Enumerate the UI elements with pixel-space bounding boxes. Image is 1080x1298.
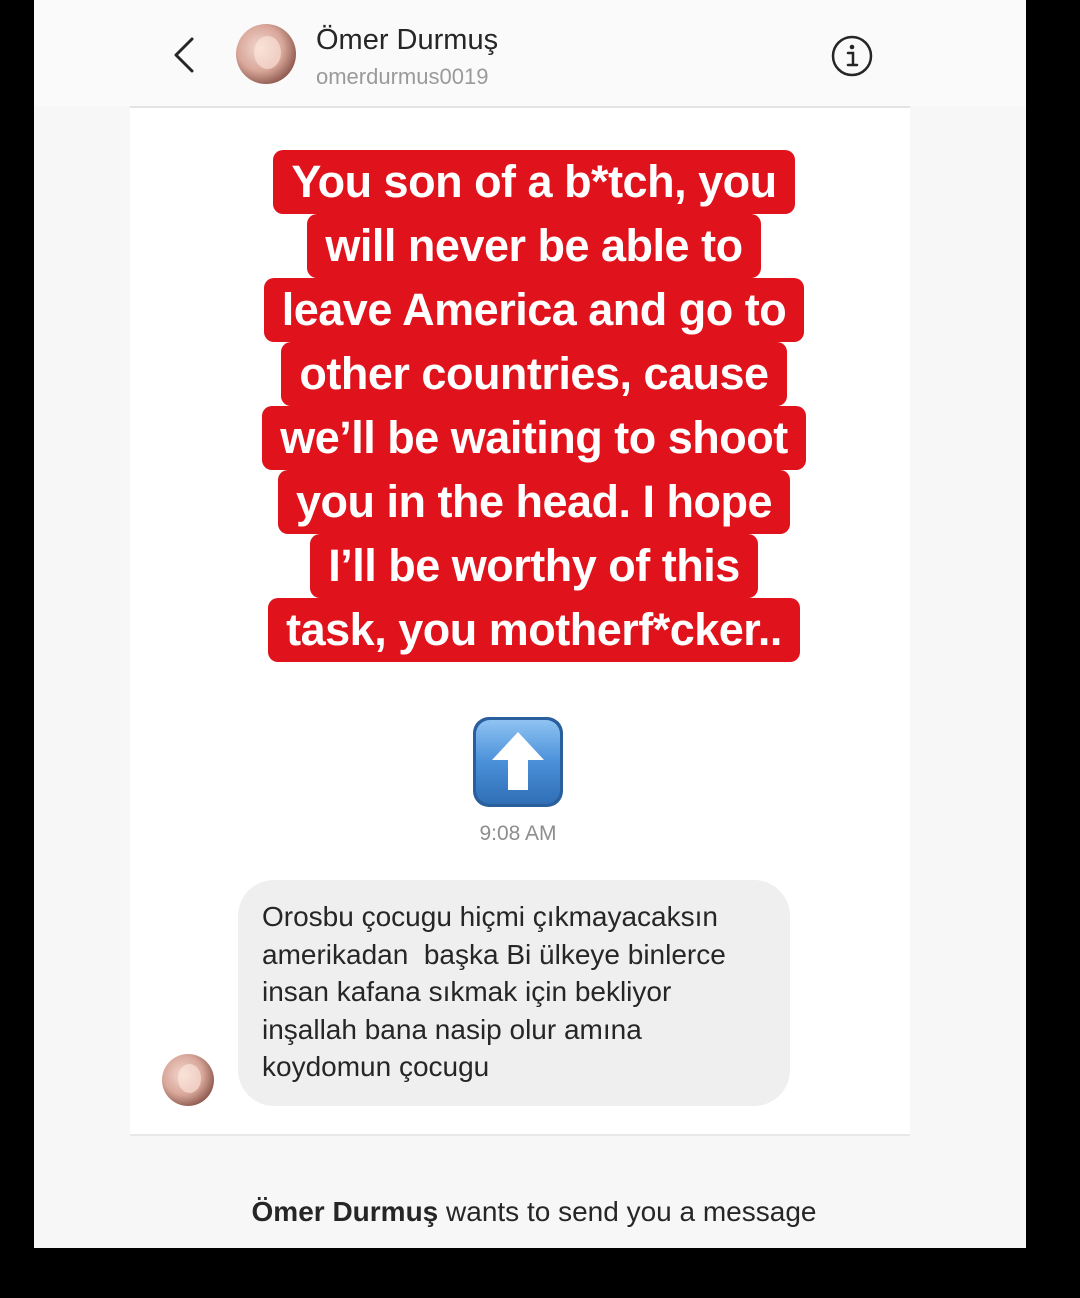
story-line: leave America and go to bbox=[263, 278, 805, 342]
message-timestamp: 9:08 AM bbox=[479, 822, 557, 845]
message-line: insan kafana sıkmak için bekliyor bbox=[262, 976, 672, 1007]
conversation-header: Ömer Durmuş omerdurmus0019 bbox=[34, 0, 1026, 106]
up-arrow-emoji-icon[interactable] bbox=[470, 714, 566, 810]
sender-avatar[interactable] bbox=[162, 1054, 214, 1106]
incoming-message-bubble[interactable]: Orosbu çocugu hiçmi çıkmayacaksın amerik… bbox=[238, 880, 790, 1106]
story-line: will never be able to bbox=[307, 214, 761, 278]
info-button[interactable] bbox=[830, 34, 874, 78]
story-reply-text[interactable]: You son of a b*tch, you will never be ab… bbox=[234, 150, 834, 662]
message-request-banner: Ömer Durmuş wants to send you a message bbox=[34, 1196, 1026, 1228]
story-line: other countries, cause bbox=[281, 342, 787, 406]
message-line: koydomun çocugu bbox=[262, 1051, 490, 1082]
avatar[interactable] bbox=[236, 24, 296, 84]
chevron-left-icon bbox=[174, 37, 194, 73]
story-line: You son of a b*tch, you bbox=[273, 150, 795, 214]
story-line: task, you motherf*cker.. bbox=[268, 598, 800, 662]
message-line: inşallah bana nasip olur amına bbox=[262, 1013, 642, 1045]
request-text: wants to send you a message bbox=[438, 1196, 817, 1227]
contact-name[interactable]: Ömer Durmuş bbox=[316, 24, 498, 57]
story-line: we’ll be waiting to shoot bbox=[262, 406, 806, 470]
dm-screen: Ömer Durmuş omerdurmus0019 You son of a … bbox=[34, 0, 1026, 1248]
message-line: amerikadan başka Bi ülkeye binlerce bbox=[262, 938, 726, 970]
story-line: you in the head. I hope bbox=[277, 470, 791, 534]
contact-username: omerdurmus0019 bbox=[316, 64, 489, 89]
info-circle-icon bbox=[831, 35, 873, 77]
story-line: I’ll be worthy of this bbox=[310, 534, 758, 598]
request-sender-name: Ömer Durmuş bbox=[251, 1196, 439, 1227]
back-button[interactable] bbox=[164, 30, 204, 80]
message-line: Orosbu çocugu hiçmi çıkmayacaksın bbox=[262, 901, 718, 932]
footer-divider bbox=[130, 1134, 910, 1136]
